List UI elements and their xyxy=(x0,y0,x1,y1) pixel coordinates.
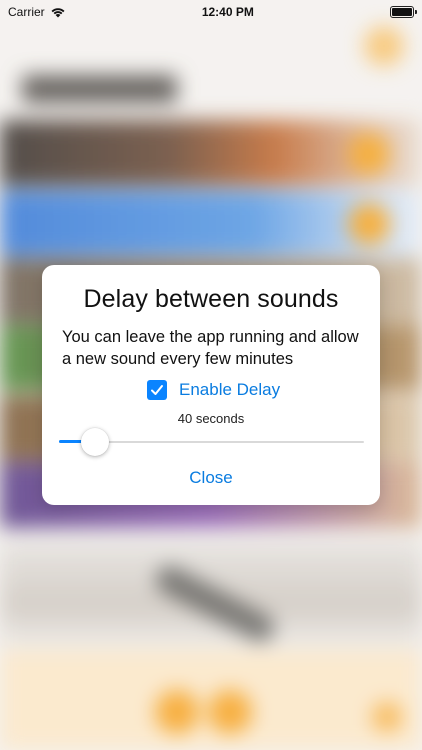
slider-thumb[interactable] xyxy=(80,428,109,456)
battery-icon xyxy=(389,6,417,18)
delay-dialog: Delay between sounds You can leave the a… xyxy=(42,265,380,505)
delay-value-label: 40 seconds xyxy=(177,411,245,426)
dialog-title: Delay between sounds xyxy=(83,285,339,313)
status-bar: Carrier 12:40 PM xyxy=(0,0,422,24)
status-time: 12:40 PM xyxy=(201,5,254,19)
dialog-message: You can leave the app running and allow … xyxy=(62,328,359,368)
carrier-label: Carrier xyxy=(8,5,45,19)
battery-fill xyxy=(391,8,412,16)
enable-delay-label[interactable]: Enable Delay xyxy=(179,380,280,400)
status-left: Carrier xyxy=(8,5,66,19)
close-button[interactable]: Close xyxy=(42,465,380,491)
checkbox-checked-icon[interactable] xyxy=(147,380,167,400)
wifi-icon xyxy=(50,6,66,18)
delay-slider[interactable] xyxy=(59,428,364,456)
enable-delay-toggle[interactable]: Enable Delay xyxy=(147,379,280,401)
